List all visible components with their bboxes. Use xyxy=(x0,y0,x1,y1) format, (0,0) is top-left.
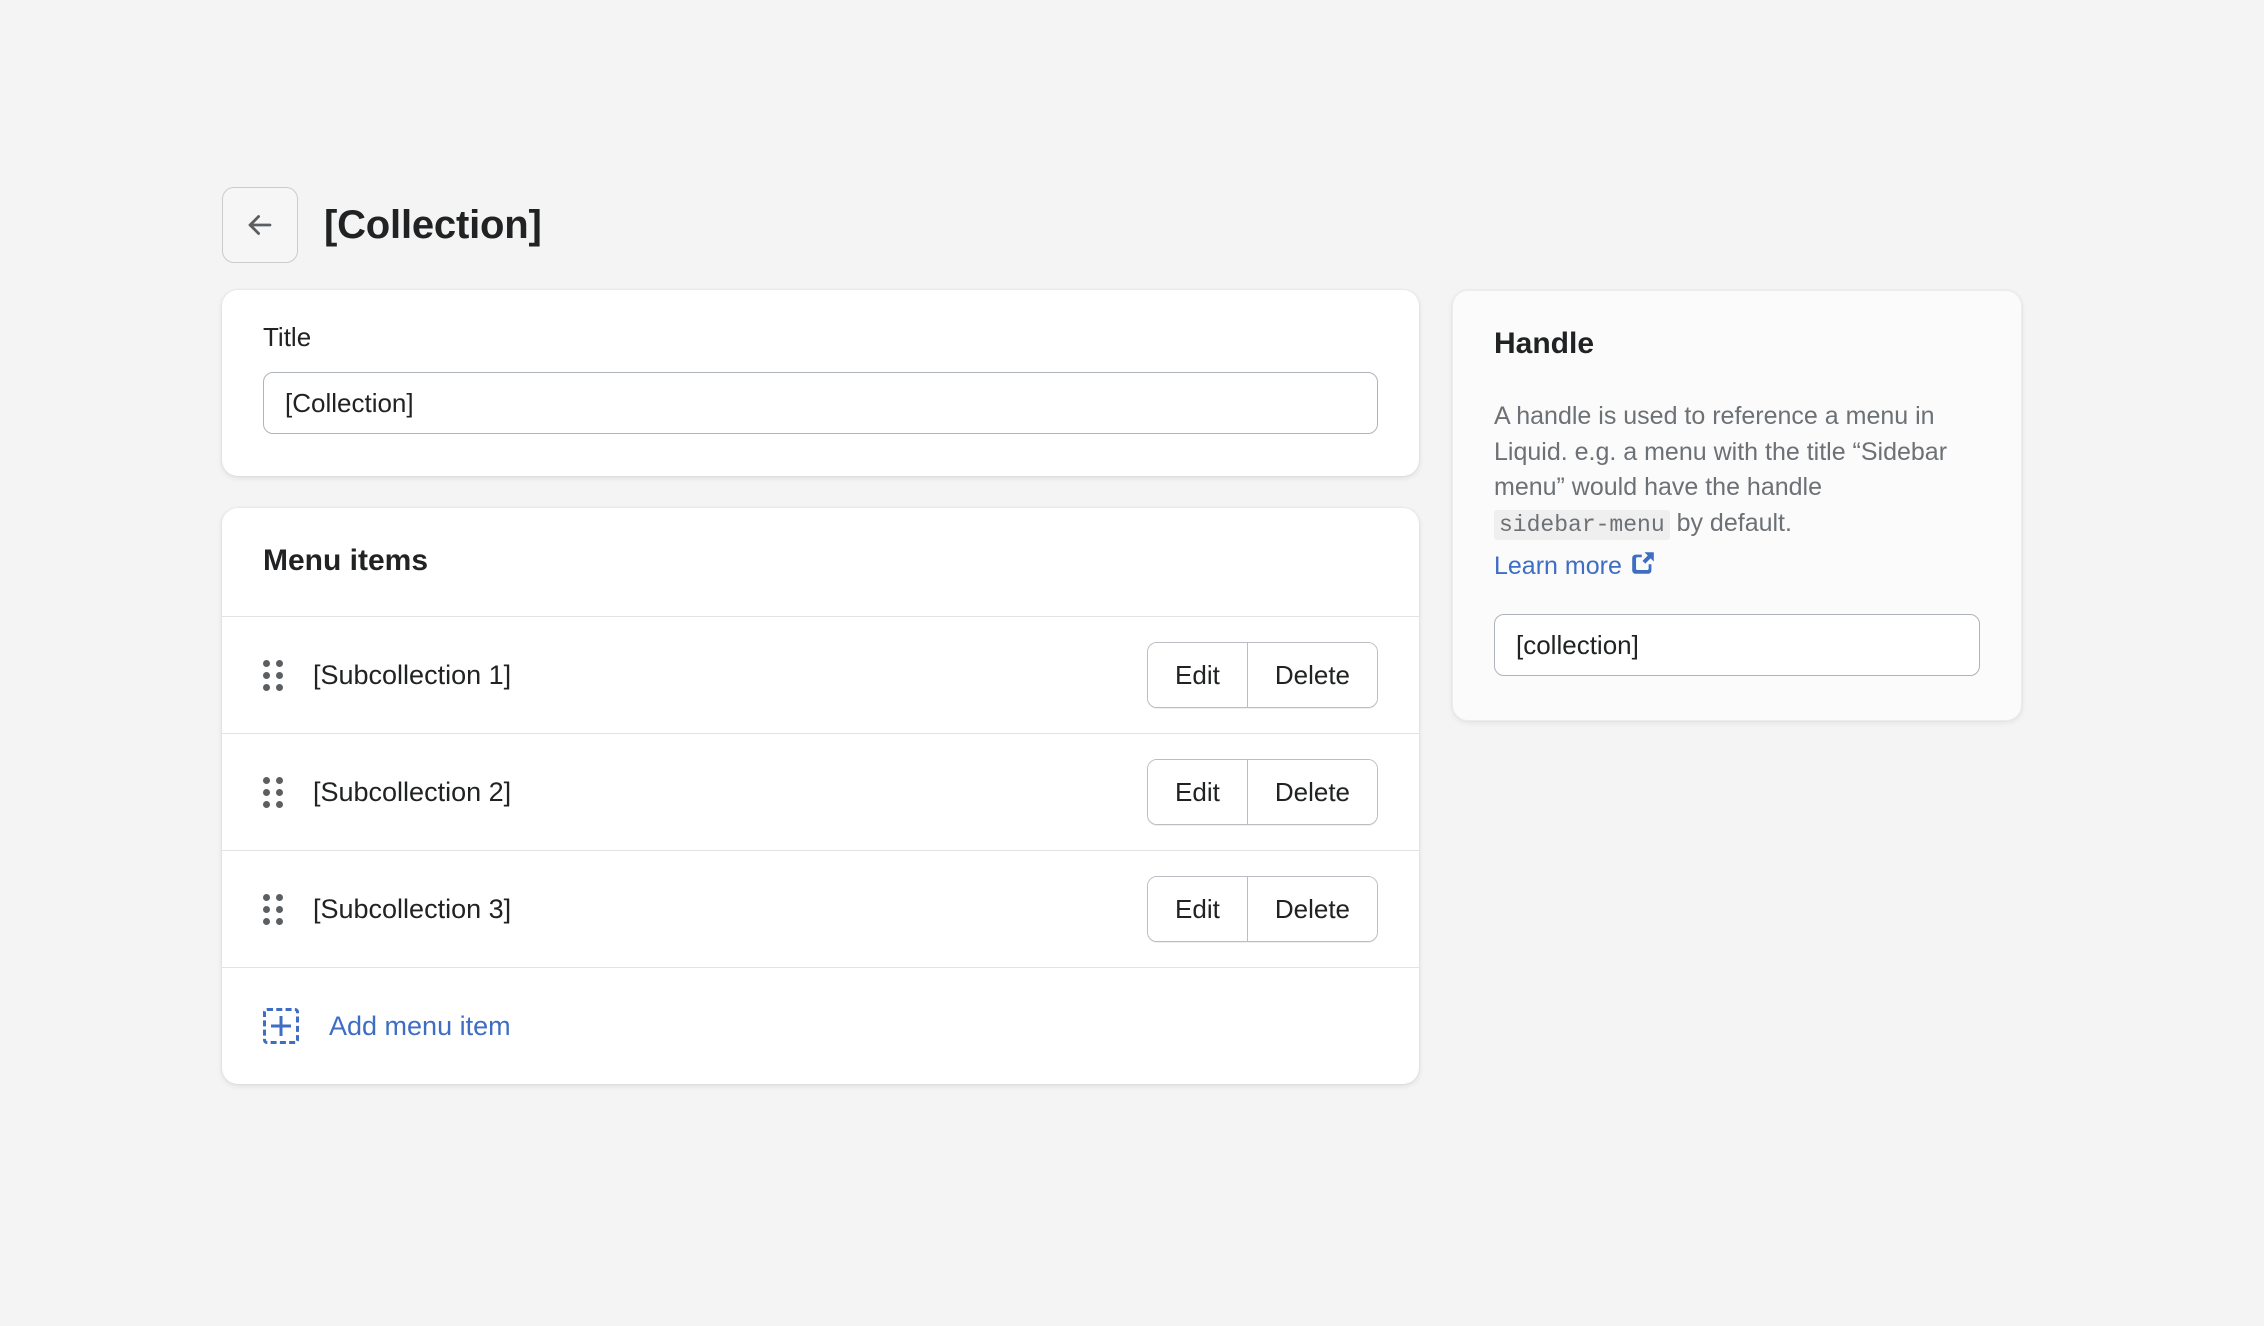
row-actions: Edit Delete xyxy=(1147,759,1378,825)
table-row[interactable]: [Subcollection 1] Edit Delete xyxy=(222,617,1419,733)
side-column: Handle A handle is used to reference a m… xyxy=(1452,290,2022,722)
list-item-label: [Subcollection 2] xyxy=(313,776,512,807)
list-item-label: [Subcollection 1] xyxy=(313,659,512,690)
back-button[interactable] xyxy=(222,186,298,263)
add-menu-item-button[interactable]: Add menu item xyxy=(222,968,1419,1084)
handle-description-part2: by default. xyxy=(1669,508,1792,537)
edit-button[interactable]: Edit xyxy=(1148,643,1247,707)
delete-button[interactable]: Delete xyxy=(1246,760,1377,824)
handle-heading: Handle xyxy=(1494,327,1595,360)
drag-handle-icon[interactable] xyxy=(263,776,287,808)
row-actions: Edit Delete xyxy=(1147,876,1378,942)
main-column: Title Menu items [Subcollection 1] xyxy=(222,290,1419,1084)
handle-input-wrap xyxy=(1494,614,1980,677)
handle-card: Handle A handle is used to reference a m… xyxy=(1452,290,2022,722)
title-input[interactable] xyxy=(263,372,1378,434)
arrow-left-icon xyxy=(243,208,277,242)
menu-items-heading: Menu items xyxy=(263,544,429,577)
title-card: Title xyxy=(222,290,1419,476)
learn-more-label: Learn more xyxy=(1494,552,1622,581)
delete-button[interactable]: Delete xyxy=(1246,643,1377,707)
title-field-label: Title xyxy=(263,322,312,352)
title-card-body: Title xyxy=(222,290,1419,476)
learn-more-link[interactable]: Learn more xyxy=(1494,551,1655,582)
drag-handle-icon[interactable] xyxy=(263,893,287,925)
list-item-label: [Subcollection 3] xyxy=(313,893,512,924)
page-header: [Collection] xyxy=(222,178,542,272)
plus-square-dashed-icon xyxy=(263,1008,299,1044)
handle-description: A handle is used to reference a menu in … xyxy=(1494,399,1980,541)
table-row[interactable]: [Subcollection 2] Edit Delete xyxy=(222,734,1419,850)
external-link-icon xyxy=(1631,551,1655,582)
handle-description-part1: A handle is used to reference a menu in … xyxy=(1494,402,1948,501)
row-actions: Edit Delete xyxy=(1147,642,1378,708)
add-menu-item-label: Add menu item xyxy=(329,1010,511,1041)
content-columns: Title Menu items [Subcollection 1] xyxy=(222,290,2022,1084)
menu-items-header: Menu items xyxy=(222,508,1419,616)
menu-items-card: Menu items [Subcollection 1] Edit Delete xyxy=(222,508,1419,1084)
handle-code-sample: sidebar-menu xyxy=(1494,509,1670,540)
drag-handle-icon[interactable] xyxy=(263,659,287,691)
delete-button[interactable]: Delete xyxy=(1246,877,1377,941)
page-title: [Collection] xyxy=(324,202,542,247)
edit-button[interactable]: Edit xyxy=(1148,877,1247,941)
edit-button[interactable]: Edit xyxy=(1148,760,1247,824)
handle-input[interactable] xyxy=(1494,614,1980,677)
table-row[interactable]: [Subcollection 3] Edit Delete xyxy=(222,851,1419,967)
app-page: [Collection] Title Menu items xyxy=(0,0,2264,1326)
